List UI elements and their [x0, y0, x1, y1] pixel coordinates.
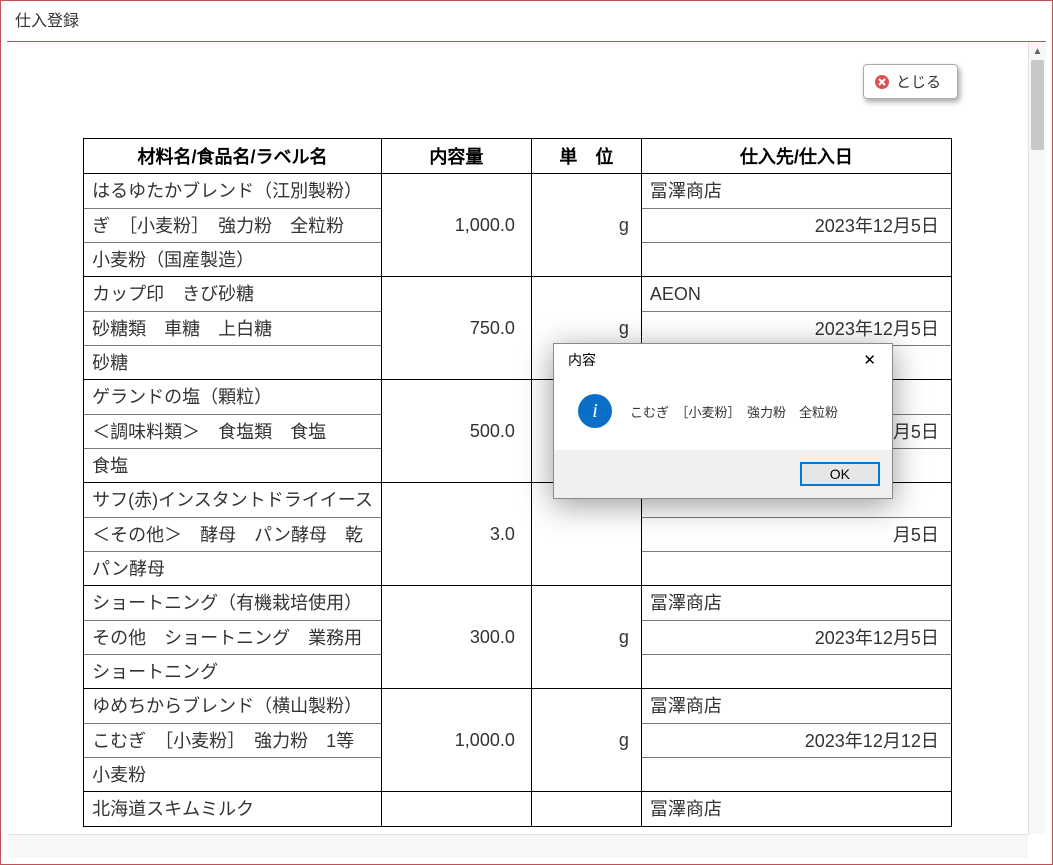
dialog-title: 内容: [568, 350, 596, 370]
info-icon: i: [578, 394, 612, 428]
dialog-ok-button[interactable]: OK: [800, 462, 880, 486]
dialog-message: こむぎ ［小麦粉］ 強力粉 全粒粉: [630, 402, 838, 421]
dialog-overlay: 内容 ✕ i こむぎ ［小麦粉］ 強力粉 全粒粉 OK: [1, 1, 1052, 864]
info-dialog: 内容 ✕ i こむぎ ［小麦粉］ 強力粉 全粒粉 OK: [553, 343, 893, 499]
app-shell: 仕入登録 とじる 材料名/食品名/ラベル名 内容量 単 位 仕入先/仕入日: [0, 0, 1053, 865]
dialog-close-button[interactable]: ✕: [857, 351, 882, 369]
